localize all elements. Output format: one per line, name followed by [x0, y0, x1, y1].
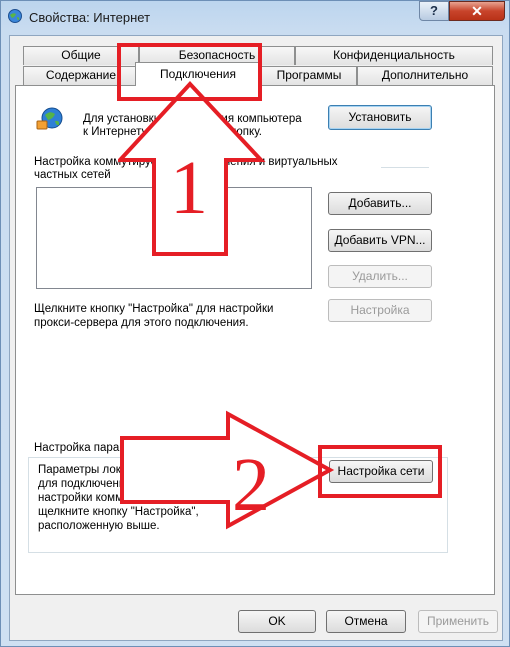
annotation-box-lan-button	[318, 445, 442, 498]
add-vpn-button[interactable]: Добавить VPN...	[328, 229, 432, 252]
cancel-button[interactable]: Отмена	[326, 610, 406, 633]
globe-connect-icon	[36, 107, 63, 130]
title-bar[interactable]: Свойства: Интернет ? ✕	[1, 1, 509, 35]
tab-programs[interactable]: Программы	[261, 66, 357, 85]
close-button[interactable]: ✕	[449, 1, 505, 21]
window-title: Свойства: Интернет	[29, 10, 151, 25]
group-divider	[381, 167, 429, 168]
internet-options-icon	[8, 9, 22, 23]
annotation-box-tab	[117, 43, 262, 101]
help-button[interactable]: ?	[419, 1, 449, 21]
apply-button[interactable]: Применить	[418, 610, 498, 633]
setup-button[interactable]: Установить	[328, 105, 432, 130]
proxy-text-line2: прокси-сервера для этого подключения.	[34, 317, 249, 329]
delete-button[interactable]: Удалить...	[328, 265, 432, 288]
tab-privacy[interactable]: Конфиденциальность	[295, 46, 493, 65]
annotation-step-2: 2	[232, 443, 270, 527]
tab-advanced[interactable]: Дополнительно	[357, 66, 493, 85]
annotation-step-1: 1	[170, 146, 208, 230]
annotation-arrow-right	[120, 410, 335, 530]
dialup-header-line2: частных сетей	[34, 169, 111, 181]
ok-button[interactable]: OK	[238, 610, 316, 633]
proxy-settings-button[interactable]: Настройка	[328, 299, 432, 322]
proxy-text-line1: Щелкните кнопку "Настройка" для настройк…	[34, 303, 274, 315]
add-button[interactable]: Добавить...	[328, 192, 432, 215]
